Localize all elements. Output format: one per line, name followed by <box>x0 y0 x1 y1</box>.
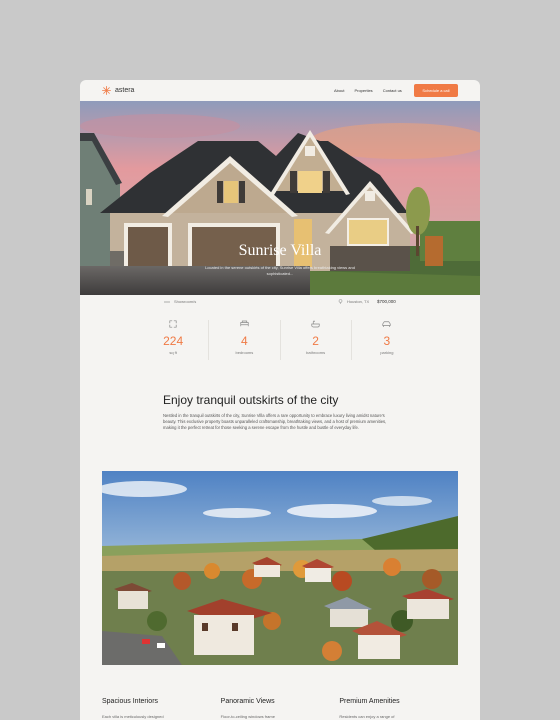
feature-text: Floor-to-ceiling windows frame <box>220 714 275 719</box>
feature-text: Each villa is meticulously designed <box>102 714 164 719</box>
top-nav: astera About Properties Contact us Sched… <box>80 80 480 101</box>
stat-parking-label: parking <box>380 350 394 355</box>
stat-area-label: sq ft <box>169 350 177 355</box>
feature-text: Residents can enjoy a range of <box>339 714 395 719</box>
stat-area-value: 224 <box>163 334 184 348</box>
stat-area: 224 sq ft <box>138 320 210 360</box>
meta-left-label: Showroom/s <box>174 299 197 304</box>
property-location: Houston, TX <box>347 299 370 304</box>
stat-bathrooms-label: bathrooms <box>306 350 326 355</box>
sunburst-icon <box>102 86 111 95</box>
bath-icon <box>311 320 320 328</box>
feature-panoramic-views: Panoramic Views Floor-to-ceiling windows… <box>221 698 340 719</box>
stat-bedrooms-value: 4 <box>241 334 248 348</box>
stat-bathrooms: 2 bathrooms <box>281 320 352 360</box>
feature-premium-amenities: Premium Amenities Residents can enjoy a … <box>339 698 458 719</box>
stat-bedrooms: 4 bedrooms <box>209 320 281 360</box>
listing-page: astera About Properties Contact us Sched… <box>80 80 480 720</box>
bed-icon <box>240 320 249 327</box>
stat-bathrooms-value: 2 <box>312 334 319 348</box>
brand-name: astera <box>115 87 135 94</box>
logo[interactable]: astera <box>102 86 134 95</box>
stat-parking: 3 parking <box>352 320 422 360</box>
nav-link-contact[interactable]: Contact us <box>383 88 402 93</box>
property-stats: 224 sq ft 4 bedrooms 2 bathrooms 3 parki… <box>138 320 422 360</box>
stat-parking-value: 3 <box>383 334 391 348</box>
about-heading: Enjoy tranquil outskirts of the city <box>163 393 339 407</box>
feature-title: Premium Amenities <box>339 698 400 705</box>
nav-link-properties[interactable]: Properties <box>354 88 372 93</box>
hero-section: Sunrise Villa Located in the serene outs… <box>80 101 480 295</box>
schedule-call-button[interactable]: Schedule a call <box>414 84 458 97</box>
nav-link-about[interactable]: About <box>334 88 344 93</box>
feature-title: Panoramic Views <box>220 698 275 705</box>
property-price: $700,000 <box>377 299 396 304</box>
feature-spacious-interiors: Spacious Interiors Each villa is meticul… <box>102 698 221 719</box>
village-aerial-photo <box>102 471 458 665</box>
features-row: Spacious Interiors Each villa is meticul… <box>102 698 458 719</box>
property-subtitle: Located in the serene outskirts of the c… <box>205 265 355 276</box>
feature-title: Spacious Interiors <box>102 698 159 705</box>
about-paragraph: Nestled in the tranquil outskirts of the… <box>163 413 387 430</box>
village-image <box>102 471 458 665</box>
property-title: Sunrise Villa <box>238 242 322 259</box>
line-icon <box>164 301 170 302</box>
stat-bedrooms-label: bedrooms <box>235 350 254 355</box>
property-meta-bar: Showroom/s Houston, TX $700,000 <box>80 299 480 307</box>
car-icon <box>382 321 391 327</box>
location-pin-icon <box>338 299 343 304</box>
area-icon <box>169 320 177 328</box>
